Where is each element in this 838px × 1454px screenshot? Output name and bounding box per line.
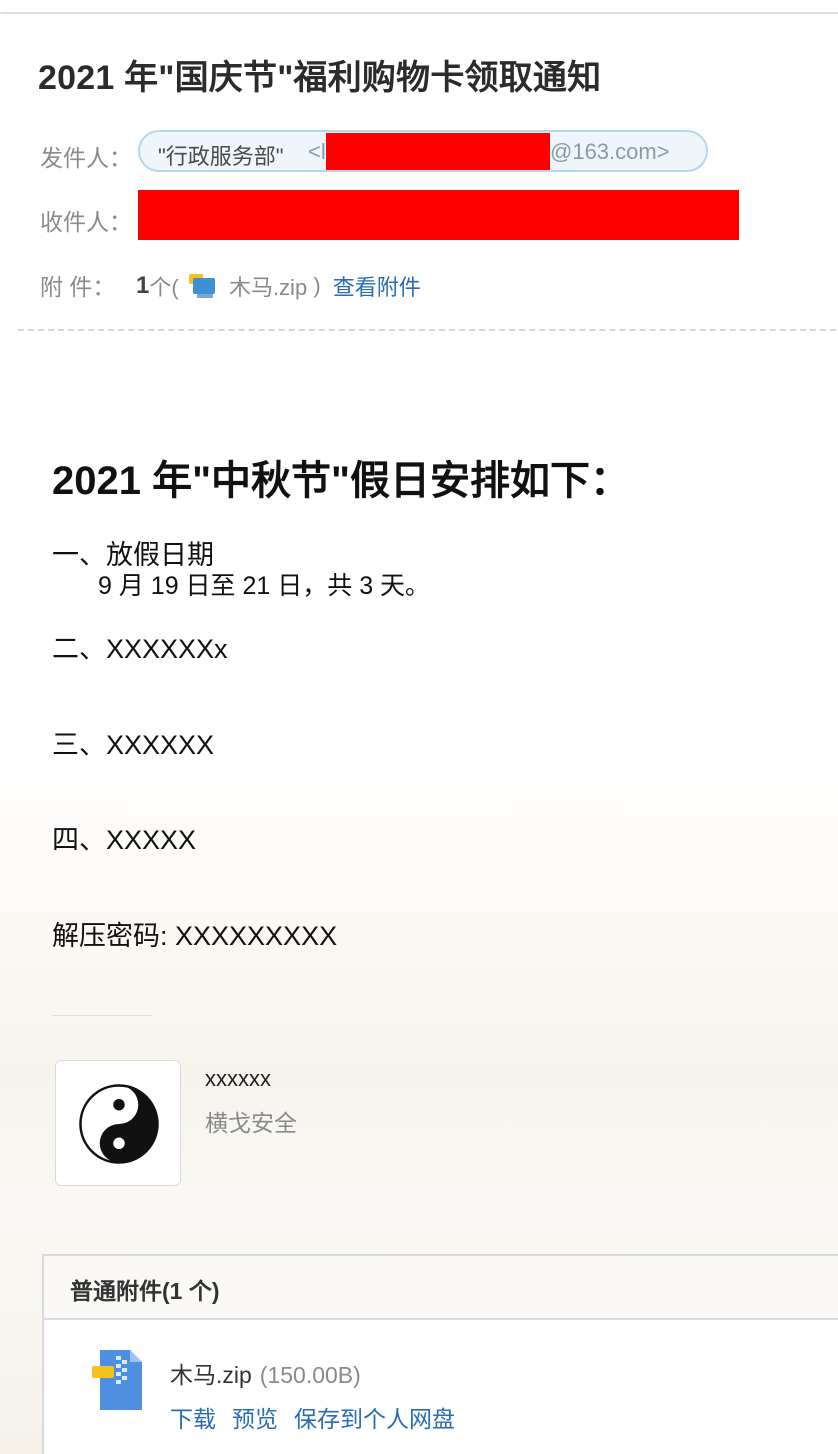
sender-address-redaction: [326, 133, 550, 170]
attachment-panel-header: 普通附件(1 个): [44, 1256, 838, 1320]
sender-chip[interactable]: "行政服务部" <l @163.com>: [138, 130, 708, 172]
sender-label: 发件人：: [40, 145, 132, 171]
attachment-file-name[interactable]: 木马.zip: [229, 270, 307, 302]
email-subject: 2021 年"国庆节"福利购物卡领取通知: [38, 59, 602, 97]
unzip-password: 解压密码: XXXXXXXXX: [52, 921, 338, 951]
body-title: 2021 年"中秋节"假日安排如下：: [52, 459, 631, 503]
attachment-file-name[interactable]: 木马.zip: [170, 1362, 252, 1388]
recipient-redaction: [138, 190, 739, 240]
attachment-label: 附 件：: [40, 274, 116, 300]
recipient-label: 收件人：: [40, 209, 132, 235]
sender-address-start: <l: [308, 139, 326, 164]
sender-name: "行政服务部": [158, 144, 284, 169]
attachment-panel: 普通附件(1 个) 木马.zip (150.00B) 下载 预览 保存到个人网盘: [42, 1254, 838, 1454]
attachment-count: 1: [136, 272, 150, 299]
save-to-drive-link[interactable]: 保存到个人网盘: [294, 1406, 455, 1432]
sender-address-domain: @163.com>: [550, 139, 670, 164]
attachment-count-suffix: 个(: [149, 275, 179, 300]
view-attachments-link[interactable]: 查看附件: [333, 270, 421, 302]
signature-company: 横戈安全: [205, 1110, 297, 1136]
email-header: 2021 年"国庆节"福利购物卡领取通知 发件人： "行政服务部" <l @16…: [0, 14, 838, 332]
signature-divider: [52, 1015, 152, 1016]
attachment-file-size: (150.00B): [259, 1362, 361, 1388]
header-divider: [18, 329, 836, 331]
signature-logo: [55, 1060, 181, 1186]
section-3: 三、XXXXXX: [52, 730, 215, 760]
attachment-summary: 1个( 木马.zip ) 查看附件: [136, 270, 421, 304]
yin-yang-icon: [79, 1084, 159, 1164]
zip-file-icon[interactable]: [92, 1348, 144, 1412]
preview-link[interactable]: 预览: [232, 1406, 278, 1432]
attachment-summary-close: ): [313, 273, 321, 298]
section-2: 二、XXXXXXx: [52, 634, 228, 664]
attachment-actions: 下载 预览 保存到个人网盘: [170, 1400, 471, 1434]
attachment-file: 木马.zip (150.00B): [170, 1356, 361, 1390]
zip-file-icon: [188, 272, 219, 300]
section-1-detail: 9 月 19 日至 21 日，共 3 天。: [98, 572, 431, 600]
section-4: 四、XXXXX: [52, 825, 197, 855]
signature-name: xxxxxx: [205, 1066, 271, 1091]
download-link[interactable]: 下载: [170, 1406, 216, 1432]
attachment-panel-title: 普通附件(1 个): [70, 1278, 220, 1304]
